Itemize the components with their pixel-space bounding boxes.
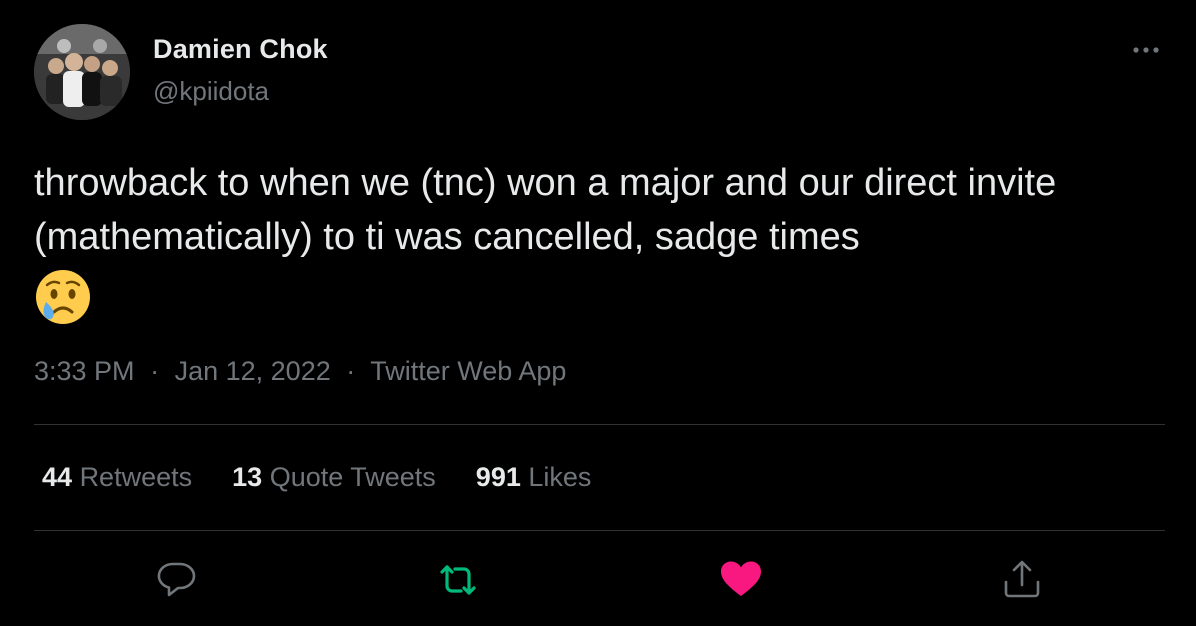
likes-count: 991 (475, 462, 521, 492)
avatar-photo-icon (34, 24, 130, 120)
tweet-stats: 44 Retweets 13 Quote Tweets 991 Likes (42, 462, 591, 493)
crying-face-emoji-icon (34, 268, 92, 326)
retweet-icon (440, 565, 476, 595)
avatar[interactable] (34, 24, 130, 120)
likes-stat[interactable]: 991 Likes (476, 462, 592, 493)
author-name[interactable]: Damien Chok (153, 34, 328, 65)
meta-separator: · (346, 356, 356, 386)
tweet-text: throwback to when we (tnc) won a major a… (34, 156, 1174, 331)
heart-icon (721, 561, 761, 596)
retweet-button[interactable] (436, 558, 480, 602)
reply-bubble-icon (157, 562, 196, 597)
tweet-date[interactable]: Jan 12, 2022 (175, 356, 331, 386)
quote-tweets-stat[interactable]: 13 Quote Tweets (232, 462, 436, 493)
retweets-label: Retweets (79, 462, 193, 492)
more-dots-icon (1133, 47, 1159, 53)
tweet-time[interactable]: 3:33 PM (34, 356, 135, 386)
share-button[interactable] (1000, 558, 1044, 602)
quote-tweets-count: 13 (232, 462, 263, 492)
likes-label: Likes (528, 462, 592, 492)
divider (34, 424, 1165, 425)
tweet-body: throwback to when we (tnc) won a major a… (34, 162, 1057, 258)
retweets-count: 44 (42, 462, 73, 492)
tweet-metadata: 3:33 PM · Jan 12, 2022 · Twitter Web App (34, 356, 566, 387)
quote-tweets-label: Quote Tweets (269, 462, 436, 492)
share-upload-icon (1004, 560, 1040, 598)
retweets-stat[interactable]: 44 Retweets (42, 462, 192, 493)
divider (34, 530, 1165, 531)
like-button[interactable] (719, 558, 763, 602)
tweet-card: Damien Chok @kpiidota throwback to when … (0, 0, 1196, 626)
more-options-button[interactable] (1128, 36, 1164, 64)
meta-separator: · (150, 356, 160, 386)
tweet-source[interactable]: Twitter Web App (370, 356, 566, 386)
action-bar (0, 558, 1196, 602)
author-handle[interactable]: @kpiidota (153, 76, 269, 107)
reply-button[interactable] (154, 558, 198, 602)
